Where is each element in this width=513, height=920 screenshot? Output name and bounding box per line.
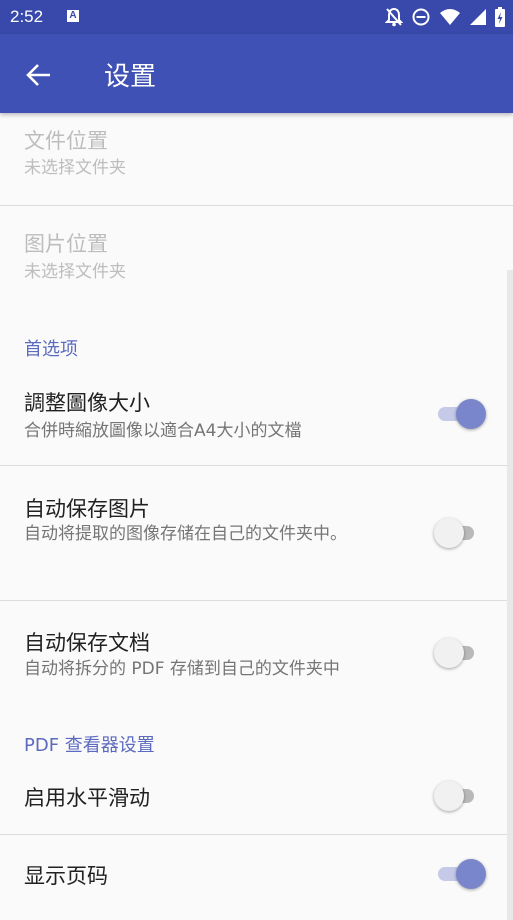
horizontal-scroll-switch[interactable] xyxy=(434,781,486,811)
pref-summary: 未选择文件夹 xyxy=(24,158,126,178)
pref-title: 自动保存文档 xyxy=(24,631,150,655)
status-time: 2:52 xyxy=(10,7,44,26)
page-title: 设置 xyxy=(104,62,157,92)
back-button[interactable] xyxy=(24,60,54,90)
pref-image-location: 图片位置 未选择文件夹 xyxy=(0,206,513,306)
scrollbar[interactable] xyxy=(507,270,513,920)
status-bar: 2:52 A xyxy=(0,0,513,34)
pref-title: 启用水平滑动 xyxy=(24,786,150,810)
category-preferences: 首选项 xyxy=(24,339,78,360)
pref-file-location: 文件位置 未选择文件夹 xyxy=(0,113,513,205)
switch-thumb xyxy=(434,638,464,668)
arrow-back-icon xyxy=(26,64,50,86)
pref-title: 調整圖像大小 xyxy=(24,391,150,415)
pref-summary: 未选择文件夹 xyxy=(24,262,126,282)
switch-thumb xyxy=(456,399,486,429)
pref-resize-images[interactable]: 調整圖像大小 合併時縮放圖像以適合A4大小的文檔 xyxy=(0,373,513,465)
auto-save-images-switch[interactable] xyxy=(434,518,486,548)
pref-title: 图片位置 xyxy=(24,232,108,256)
battery-charging-icon xyxy=(495,7,505,27)
pref-summary: 自动将提取的图像存储在自己的文件夹中。 xyxy=(24,524,347,544)
show-page-number-switch[interactable] xyxy=(436,859,486,889)
notification-a-icon: A xyxy=(67,10,79,22)
do-not-disturb-icon xyxy=(412,8,430,26)
pref-summary: 合併時縮放圖像以適合A4大小的文檔 xyxy=(24,421,302,441)
pref-auto-save-docs[interactable]: 自动保存文档 自动将拆分的 PDF 存储到自己的文件夹中 xyxy=(0,601,513,701)
app-bar: 设置 xyxy=(0,34,513,113)
switch-thumb xyxy=(456,859,486,889)
pref-title: 显示页码 xyxy=(24,864,108,888)
pref-title: 文件位置 xyxy=(24,129,108,153)
status-icons xyxy=(385,7,505,27)
wifi-icon xyxy=(440,9,460,25)
switch-thumb xyxy=(434,518,464,548)
cell-signal-icon xyxy=(470,9,486,25)
pref-auto-save-images[interactable]: 自动保存图片 自动将提取的图像存储在自己的文件夹中。 xyxy=(0,466,513,600)
category-pdf-viewer: PDF 查看器设置 xyxy=(24,735,155,756)
bell-off-icon xyxy=(385,7,403,27)
pref-summary: 自动将拆分的 PDF 存储到自己的文件夹中 xyxy=(24,659,340,679)
pref-show-page-number[interactable]: 显示页码 xyxy=(0,835,513,912)
switch-thumb xyxy=(434,781,464,811)
auto-save-docs-switch[interactable] xyxy=(434,638,486,668)
pref-horizontal-scroll[interactable]: 启用水平滑动 xyxy=(0,765,513,835)
settings-list: 文件位置 未选择文件夹 图片位置 未选择文件夹 首选项 調整圖像大小 合併時縮放… xyxy=(0,113,513,912)
resize-images-switch[interactable] xyxy=(436,399,486,429)
